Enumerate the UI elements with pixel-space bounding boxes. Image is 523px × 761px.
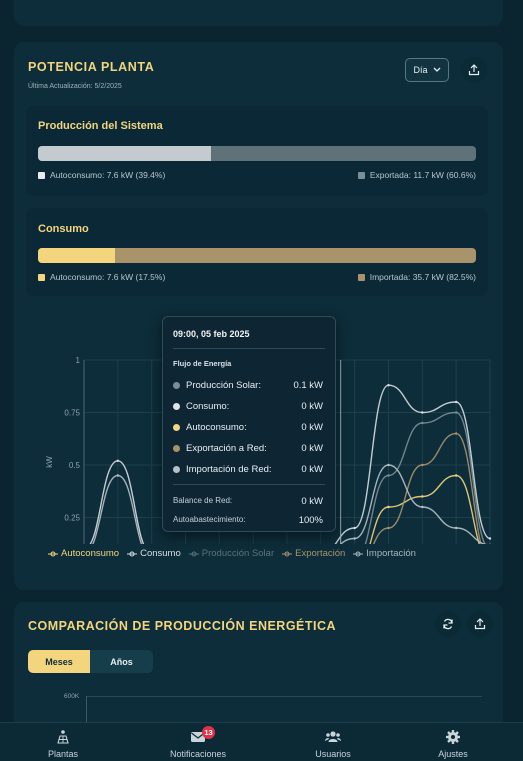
potencia-planta-card: POTENCIA PLANTA Última Actualización: 5/…: [14, 42, 503, 590]
series-point: [489, 537, 491, 539]
chart-tooltip: 09:00, 05 feb 2025 Flujo de Energía Prod…: [162, 316, 336, 532]
produccion-legend-exportada: Exportada: 11.7 kW (60.6%): [358, 170, 476, 180]
consumo-importada-label: Importada: 35.7 kW (82.5%): [370, 272, 476, 282]
legend-consumo[interactable]: Consumo: [127, 548, 181, 559]
series-point: [353, 527, 355, 529]
series-point: [455, 527, 457, 529]
tab-meses[interactable]: Meses: [28, 650, 90, 673]
gear-icon: [445, 729, 461, 745]
share-icon: [468, 64, 480, 76]
comparacion-title: COMPARACIÓN DE PRODUCCIÓN ENERGÉTICA: [28, 619, 336, 633]
y-tick-label: 0.25: [64, 514, 80, 523]
notification-badge: 13: [202, 726, 215, 739]
solar-panel-icon: [55, 729, 71, 745]
series-point: [421, 411, 423, 413]
series-point: [353, 537, 355, 539]
tab-anos[interactable]: Años: [90, 650, 153, 673]
series-point: [387, 506, 389, 508]
series-point: [421, 464, 423, 466]
tooltip-dot-autoconsumo: [173, 424, 180, 431]
potencia-title: POTENCIA PLANTA: [28, 60, 154, 74]
last-update: Última Actualización: 5/2/2025: [28, 83, 122, 90]
nav-notificaciones[interactable]: 13 Notificaciones: [143, 723, 253, 761]
produccion-autoconsumo-label: Autoconsumo: 7.6 kW (39.4%): [50, 170, 165, 180]
tooltip-dot-solar: [173, 382, 180, 389]
series-point: [421, 422, 423, 424]
produccion-panel: Producción del Sistema Autoconsumo: 7.6 …: [26, 106, 488, 196]
series-point: [387, 464, 389, 466]
tooltip-dot-importacion: [173, 466, 180, 473]
legend-produccion-solar[interactable]: Producción Solar: [189, 548, 274, 559]
produccion-bar: [38, 146, 476, 161]
legend-importacion[interactable]: Importación: [353, 548, 416, 559]
series-point: [421, 506, 423, 508]
series-point: [117, 460, 119, 462]
series-point: [117, 474, 119, 476]
consumo-autoconsumo-label: Autoconsumo: 7.6 kW (17.5%): [50, 272, 165, 282]
tooltip-dot-exportacion: [173, 445, 180, 452]
consumo-bar: [38, 248, 476, 263]
series-point: [387, 474, 389, 476]
series-point: [455, 411, 457, 413]
y-tick-600k: 600K: [64, 693, 79, 700]
series-point: [455, 474, 457, 476]
consumo-panel: Consumo Autoconsumo: 7.6 kW (17.5%) Impo…: [26, 208, 488, 296]
series-point: [387, 384, 389, 386]
previous-card: [14, 0, 503, 26]
series-point: [455, 401, 457, 403]
range-select-value: Día: [413, 65, 427, 75]
grid-line: [86, 696, 482, 697]
comparacion-export-button[interactable]: [467, 611, 493, 637]
nav-usuarios[interactable]: Usuarios: [278, 723, 388, 761]
bottom-navigation: Plantas 13 Notificaciones Usuarios: [0, 722, 523, 761]
consumo-title: Consumo: [38, 223, 89, 235]
period-toggle: Meses Años: [28, 650, 153, 673]
chevron-down-icon: [433, 67, 441, 73]
produccion-title: Producción del Sistema: [38, 120, 163, 132]
legend-autoconsumo[interactable]: Autoconsumo: [48, 548, 119, 559]
series-point: [455, 432, 457, 434]
y-tick-label: 1: [76, 356, 81, 365]
consumo-legend-importada: Importada: 35.7 kW (82.5%): [358, 272, 476, 282]
series-point: [387, 527, 389, 529]
y-tick-label: 0.5: [69, 461, 81, 470]
produccion-bar-fill: [38, 146, 211, 161]
tooltip-autoabastecimiento: Autoabastecimiento:100%: [173, 515, 323, 524]
y-axis-label: kW: [45, 456, 54, 468]
chart-legend: Autoconsumo Consumo Producción Solar Exp…: [48, 548, 416, 559]
share-icon: [474, 618, 486, 630]
produccion-legend-autoconsumo: Autoconsumo: 7.6 kW (39.4%): [38, 170, 165, 180]
export-button[interactable]: [461, 57, 487, 83]
refresh-button[interactable]: [435, 611, 461, 637]
comparacion-card: COMPARACIÓN DE PRODUCCIÓN ENERGÉTICA Mes…: [14, 602, 503, 732]
tooltip-balance: Balance de Red:0 kW: [173, 496, 323, 505]
range-select[interactable]: Día: [405, 58, 449, 82]
legend-exportacion[interactable]: Exportación: [282, 548, 345, 559]
nav-plantas[interactable]: Plantas: [8, 723, 118, 761]
tooltip-dot-consumo: [173, 403, 180, 410]
consumo-legend-autoconsumo: Autoconsumo: 7.6 kW (17.5%): [38, 272, 165, 282]
produccion-exportada-label: Exportada: 11.7 kW (60.6%): [370, 170, 476, 180]
nav-ajustes[interactable]: Ajustes: [398, 723, 508, 761]
users-icon: [323, 729, 343, 745]
y-tick-label: 0.75: [64, 409, 80, 418]
tooltip-section: Flujo de Energía: [173, 359, 231, 368]
series-point: [421, 495, 423, 497]
consumo-bar-fill: [38, 248, 115, 263]
tooltip-date: 09:00, 05 feb 2025: [173, 329, 250, 339]
refresh-icon: [442, 618, 454, 630]
